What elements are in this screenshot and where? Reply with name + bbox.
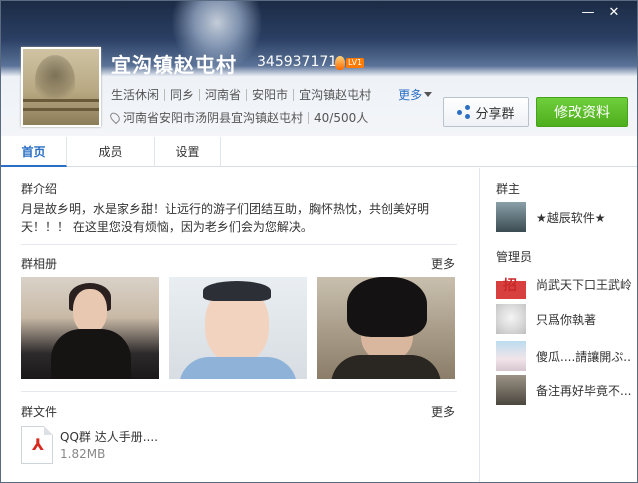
divider	[21, 391, 457, 392]
chevron-down-icon[interactable]	[424, 92, 433, 97]
location-text: 河南省安阳市汤阴县宜沟镇赵屯村	[123, 111, 304, 125]
divider	[308, 111, 310, 124]
tab-home[interactable]: 首页	[1, 137, 67, 167]
members-panel: 群主 ★越辰软件★ 管理员 尚武天下口王武岭 只爲你執著 傻瓜....請讓開ぷ.…	[479, 168, 637, 482]
album-photo[interactable]	[317, 277, 455, 379]
share-icon	[457, 105, 471, 119]
album-photo[interactable]	[21, 277, 159, 379]
member-name: 只爲你執著	[536, 312, 597, 327]
pdf-file-icon[interactable]: ⅄	[21, 426, 53, 464]
share-button-label: 分享群	[475, 106, 515, 122]
group-tags: 生活休闲 同乡 河南省 安阳市 宜沟镇赵屯村 更多	[111, 86, 433, 103]
file-name[interactable]: QQ群 达人手册....	[60, 428, 158, 445]
avatar	[496, 375, 526, 405]
owner-title: 群主	[496, 182, 521, 196]
files-more-link[interactable]: 更多	[431, 403, 455, 420]
tab-bar: 首页 成员 设置	[1, 137, 637, 167]
album-more-link[interactable]: 更多	[431, 255, 455, 272]
group-location: 河南省安阳市汤阴县宜沟镇赵屯村 40/500人	[108, 109, 369, 126]
tag-item[interactable]: 同乡	[165, 86, 199, 103]
divider	[21, 244, 457, 245]
avatar	[496, 202, 526, 232]
album-photo[interactable]	[169, 277, 307, 379]
share-group-button[interactable]: 分享群	[443, 97, 529, 127]
admins-title: 管理员	[496, 250, 533, 264]
tab-settings[interactable]: 设置	[155, 137, 221, 167]
tag-item[interactable]: 安阳市	[247, 86, 293, 103]
member-name: 傻瓜....請讓開ぷ...	[536, 349, 631, 364]
avatar	[496, 341, 526, 371]
close-icon[interactable]: ✕	[605, 5, 623, 21]
admin-item[interactable]: 傻瓜....請讓開ぷ...	[496, 341, 631, 371]
tab-members[interactable]: 成员	[67, 137, 155, 167]
member-name: 备注再好毕竟不...	[536, 383, 631, 398]
admin-item[interactable]: 尚武天下口王武岭	[496, 269, 631, 299]
pdf-icon: ⅄	[31, 435, 45, 454]
tag-item[interactable]: 宜沟镇赵屯村	[294, 86, 376, 103]
files-title: 群文件	[21, 405, 58, 419]
minimize-icon[interactable]: —	[579, 5, 597, 21]
edit-profile-button[interactable]: 修改资料	[536, 97, 628, 127]
group-level-badge: LV1	[335, 55, 365, 71]
tags-more-link[interactable]: 更多	[398, 86, 422, 103]
avatar	[496, 269, 526, 299]
header-banner: — ✕ 宜沟镇赵屯村 345937171 LV1 生活休闲 同乡 河南省 安阳市…	[1, 1, 637, 136]
location-pin-icon	[108, 110, 122, 125]
group-name: 宜沟镇赵屯村	[111, 53, 237, 77]
group-id: 345937171	[257, 54, 338, 70]
admin-item[interactable]: 只爲你執著	[496, 304, 631, 334]
tag-item[interactable]: 河南省	[200, 86, 246, 103]
avatar	[496, 304, 526, 334]
admin-item[interactable]: 备注再好毕竟不...	[496, 375, 631, 405]
flame-icon	[335, 56, 345, 70]
file-size: 1.82MB	[60, 447, 106, 461]
member-name: 尚武天下口王武岭	[536, 277, 631, 292]
intro-title: 群介绍	[21, 182, 58, 196]
group-avatar[interactable]	[21, 47, 101, 127]
level-label: LV1	[346, 58, 365, 68]
tag-item[interactable]: 生活休闲	[111, 86, 164, 103]
member-name: ★越辰软件★	[536, 210, 606, 225]
main-content: 群介绍 月是故乡明，水是家乡甜！让远行的游子们团结互助，胸怀热忱，共创美好明天！…	[1, 168, 479, 482]
album-title: 群相册	[21, 257, 58, 271]
group-profile-window: — ✕ 宜沟镇赵屯村 345937171 LV1 生活休闲 同乡 河南省 安阳市…	[0, 0, 638, 483]
intro-text: 月是故乡明，水是家乡甜！让远行的游子们团结互助，胸怀热忱，共创美好明天！！！ 在…	[21, 202, 430, 234]
member-count: 40/500人	[314, 111, 369, 125]
owner-item[interactable]: ★越辰软件★	[496, 202, 631, 232]
